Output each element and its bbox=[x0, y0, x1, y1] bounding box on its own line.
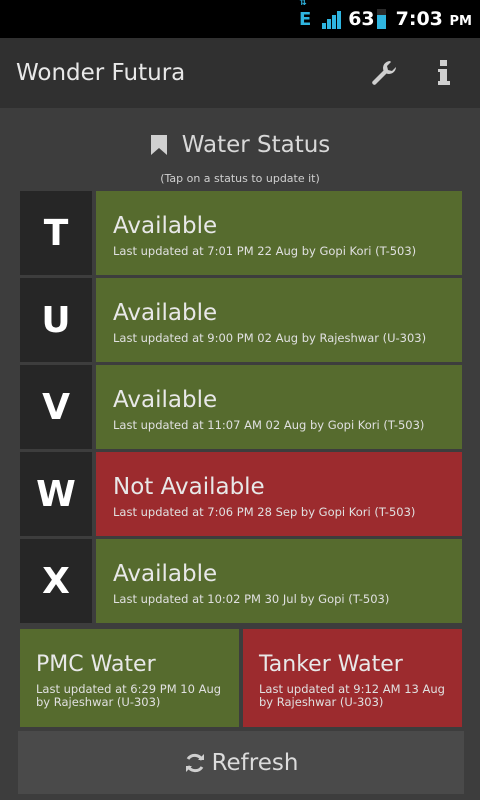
info-icon bbox=[438, 60, 450, 85]
status-row-t: T Available Last updated at 7:01 PM 22 A… bbox=[20, 191, 462, 275]
building-letter: W bbox=[20, 452, 92, 536]
status-row-w: W Not Available Last updated at 7:06 PM … bbox=[20, 452, 462, 536]
status-text: Available bbox=[113, 561, 218, 587]
tile-title: Tanker Water bbox=[259, 652, 403, 677]
status-updated: Last updated at 11:07 AM 02 Aug by Gopi … bbox=[113, 418, 425, 432]
status-cell-t[interactable]: Available Last updated at 7:01 PM 22 Aug… bbox=[96, 191, 462, 275]
status-text: Available bbox=[113, 300, 218, 326]
status-updated: Last updated at 7:06 PM 28 Sep by Gopi K… bbox=[113, 505, 416, 519]
wrench-icon bbox=[372, 61, 396, 85]
water-source-tiles: PMC Water Last updated at 6:29 PM 10 Aug… bbox=[20, 629, 462, 727]
refresh-button[interactable]: Refresh bbox=[18, 731, 464, 794]
tile-updated: Last updated at 9:12 AM 13 Aug by Rajesh… bbox=[259, 682, 445, 709]
building-letter: T bbox=[20, 191, 92, 275]
status-cell-u[interactable]: Available Last updated at 9:00 PM 02 Aug… bbox=[96, 278, 462, 362]
clock: 7:03 PM bbox=[396, 8, 472, 30]
building-letter: V bbox=[20, 365, 92, 449]
status-row-x: X Available Last updated at 10:02 PM 30 … bbox=[20, 539, 462, 623]
status-cell-x[interactable]: Available Last updated at 10:02 PM 30 Ju… bbox=[96, 539, 462, 623]
tile-title: PMC Water bbox=[36, 652, 156, 677]
tap-hint: (Tap on a status to update it) bbox=[160, 172, 320, 185]
bookmark-icon bbox=[150, 135, 167, 155]
action-bar: Wonder Futura bbox=[0, 38, 480, 108]
status-cell-w[interactable]: Not Available Last updated at 7:06 PM 28… bbox=[96, 452, 462, 536]
settings-button[interactable] bbox=[354, 38, 414, 108]
battery-icon bbox=[376, 9, 386, 29]
network-type-label: E bbox=[299, 8, 312, 30]
status-text: Available bbox=[113, 387, 218, 413]
info-button[interactable] bbox=[414, 38, 474, 108]
battery-percent: 63 bbox=[348, 8, 375, 30]
tanker-water-tile[interactable]: Tanker Water Last updated at 9:12 AM 13 … bbox=[243, 629, 462, 727]
status-row-v: V Available Last updated at 11:07 AM 02 … bbox=[20, 365, 462, 449]
building-letter: X bbox=[20, 539, 92, 623]
water-status-list: T Available Last updated at 7:01 PM 22 A… bbox=[20, 191, 462, 626]
clock-time: 7:03 bbox=[395, 8, 443, 30]
status-text: Not Available bbox=[113, 474, 265, 500]
tile-updated: Last updated at 6:29 PM 10 Aug by Rajesh… bbox=[36, 682, 222, 709]
main-content: Water Status (Tap on a status to update … bbox=[0, 108, 480, 800]
signal-strength-icon bbox=[322, 9, 342, 29]
pmc-water-tile[interactable]: PMC Water Last updated at 6:29 PM 10 Aug… bbox=[20, 629, 239, 727]
system-status-bar: ⇅ E 63 7:03 PM bbox=[0, 0, 480, 38]
status-updated: Last updated at 9:00 PM 02 Aug by Rajesh… bbox=[113, 331, 427, 345]
clock-suffix: PM bbox=[449, 14, 472, 29]
status-text: Available bbox=[113, 213, 218, 239]
status-updated: Last updated at 10:02 PM 30 Jul by Gopi … bbox=[113, 592, 390, 606]
network-type-indicator: ⇅ E bbox=[298, 0, 312, 30]
status-cell-v[interactable]: Available Last updated at 11:07 AM 02 Au… bbox=[96, 365, 462, 449]
section-title: Water Status bbox=[181, 132, 331, 158]
app-title: Wonder Futura bbox=[16, 60, 186, 86]
status-row-u: U Available Last updated at 9:00 PM 02 A… bbox=[20, 278, 462, 362]
refresh-label: Refresh bbox=[211, 749, 299, 776]
data-activity-icon: ⇅ bbox=[299, 0, 307, 8]
section-header: Water Status bbox=[0, 128, 480, 162]
refresh-icon bbox=[185, 753, 204, 772]
building-letter: U bbox=[20, 278, 92, 362]
status-updated: Last updated at 7:01 PM 22 Aug by Gopi K… bbox=[113, 244, 417, 258]
